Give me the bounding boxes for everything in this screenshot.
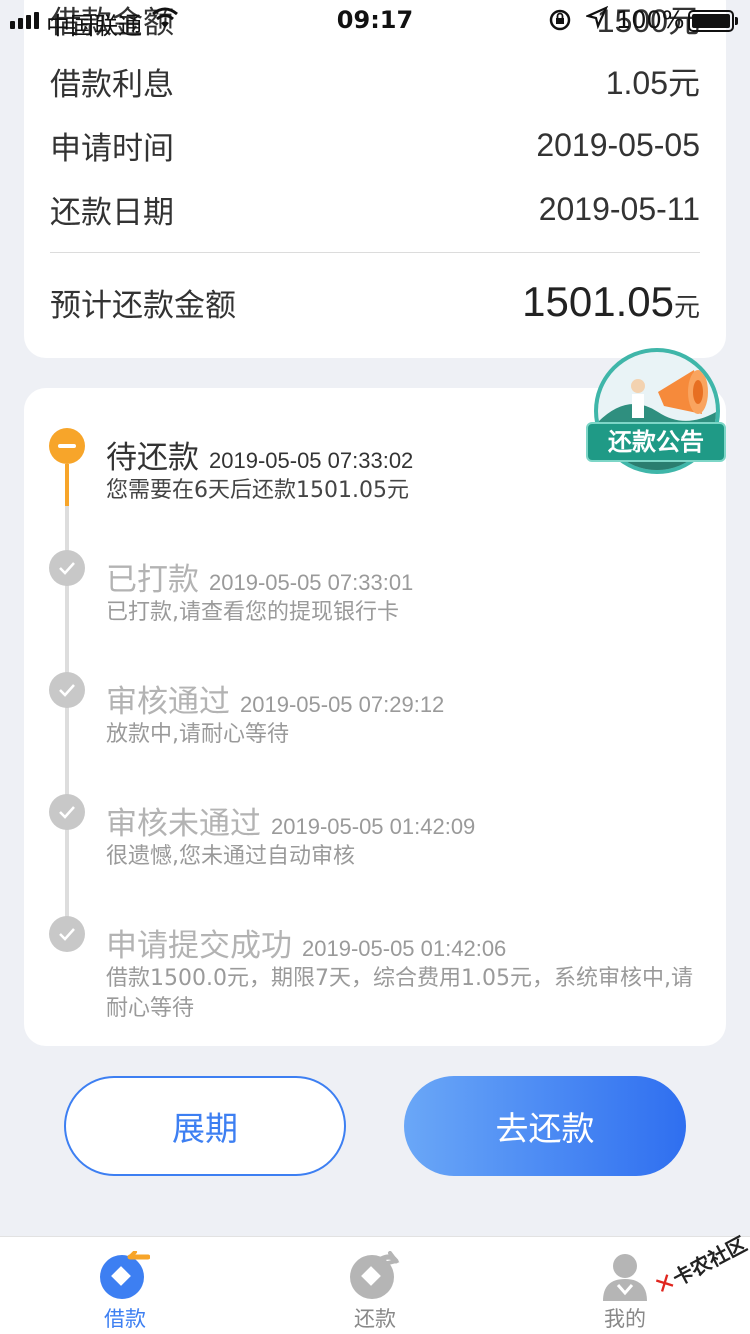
detail-row-interest: 借款利息 1.05元: [50, 56, 700, 106]
timeline-step-desc: 放款中,请耐心等待: [106, 722, 289, 747]
status-timeline: 待还款 2019-05-05 07:33:02 您需要在6天后还款1501.05元…: [24, 388, 726, 1046]
step-status: 审核通过: [106, 684, 230, 720]
detail-row-apply-date: 申请时间 2019-05-05: [50, 120, 700, 170]
total-unit: 元: [673, 293, 700, 323]
step-done-check-icon: [49, 916, 85, 952]
step-timestamp: 2019-05-05 07:33:02: [209, 448, 414, 473]
step-timestamp: 2019-05-05 01:42:09: [271, 814, 476, 839]
timeline-step-title: 待还款 2019-05-05 07:33:02: [106, 432, 413, 477]
detail-value: 2019-05-11: [538, 190, 700, 227]
detail-value: 1.05元: [605, 65, 700, 101]
timeline-step-title: 申请提交成功 2019-05-05 01:42:06: [106, 920, 506, 965]
total-repayment-row: 预计还款金额 1501.05元: [50, 272, 700, 332]
notice-label: 还款公告: [586, 422, 726, 462]
tab-label: 借款: [104, 1307, 146, 1331]
timeline-step-desc: 借款1500.0元，期限7天，综合费用1.05元，系统审核中,请耐心等待: [106, 966, 693, 1021]
step-timestamp: 2019-05-05 07:29:12: [240, 692, 445, 717]
detail-label: 借款利息: [50, 66, 174, 103]
rotation-lock-icon: [548, 8, 572, 38]
total-label: 预计还款金额: [50, 287, 236, 324]
detail-label: 申请时间: [50, 130, 174, 167]
timeline-step-desc: 已打款,请查看您的提现银行卡: [106, 600, 399, 625]
step-status: 审核未通过: [106, 806, 261, 842]
timeline-connector-active: [65, 464, 69, 506]
step-done-check-icon: [49, 550, 85, 586]
profile-icon: [600, 1251, 650, 1305]
step-done-check-icon: [49, 672, 85, 708]
step-current-icon: [49, 428, 85, 464]
detail-value: 2019-05-05: [536, 126, 700, 163]
loan-icon: [100, 1250, 151, 1305]
tab-label: 还款: [354, 1307, 396, 1331]
timeline-step-desc: 您需要在6天后还款1501.05元: [106, 478, 409, 503]
step-status: 待还款: [106, 440, 199, 476]
detail-row-due-date: 还款日期 2019-05-11: [50, 184, 700, 234]
tab-label: 我的: [604, 1307, 646, 1331]
step-status: 已打款: [106, 562, 199, 598]
repay-icon: [350, 1251, 400, 1305]
timeline-step-title: 审核通过 2019-05-05 07:29:12: [106, 676, 444, 721]
loan-summary-card: 借款金额 1500元 借款利息 1.05元 申请时间 2019-05-05 还款…: [24, 0, 726, 358]
tab-loan[interactable]: 借款: [50, 1237, 200, 1334]
detail-label: 还款日期: [50, 194, 174, 231]
bottom-tab-bar: 借款 还款 我的: [0, 1236, 750, 1334]
step-done-check-icon: [49, 794, 85, 830]
repayment-notice-button[interactable]: 还款公告: [584, 346, 728, 480]
timeline-step-title: 已打款 2019-05-05 07:33:01: [106, 554, 413, 599]
step-status: 申请提交成功: [106, 928, 292, 964]
extend-button[interactable]: 展期: [64, 1076, 346, 1176]
step-timestamp: 2019-05-05 07:33:01: [209, 570, 414, 595]
timeline-step-desc: 很遗憾,您未通过自动审核: [106, 844, 355, 869]
location-icon: [584, 5, 609, 36]
battery-percent: 100%: [616, 6, 685, 34]
total-value: 1501.05元: [522, 278, 700, 326]
total-amount: 1501.05: [522, 278, 674, 325]
step-timestamp: 2019-05-05 01:42:06: [302, 936, 507, 961]
battery-icon: [688, 10, 738, 32]
timeline-step-title: 审核未通过 2019-05-05 01:42:09: [106, 798, 475, 843]
status-bar: 中国联通 09:17 100%: [0, 0, 750, 40]
tab-repay[interactable]: 还款: [300, 1237, 450, 1334]
repay-button[interactable]: 去还款: [404, 1076, 686, 1176]
divider: [50, 252, 700, 253]
